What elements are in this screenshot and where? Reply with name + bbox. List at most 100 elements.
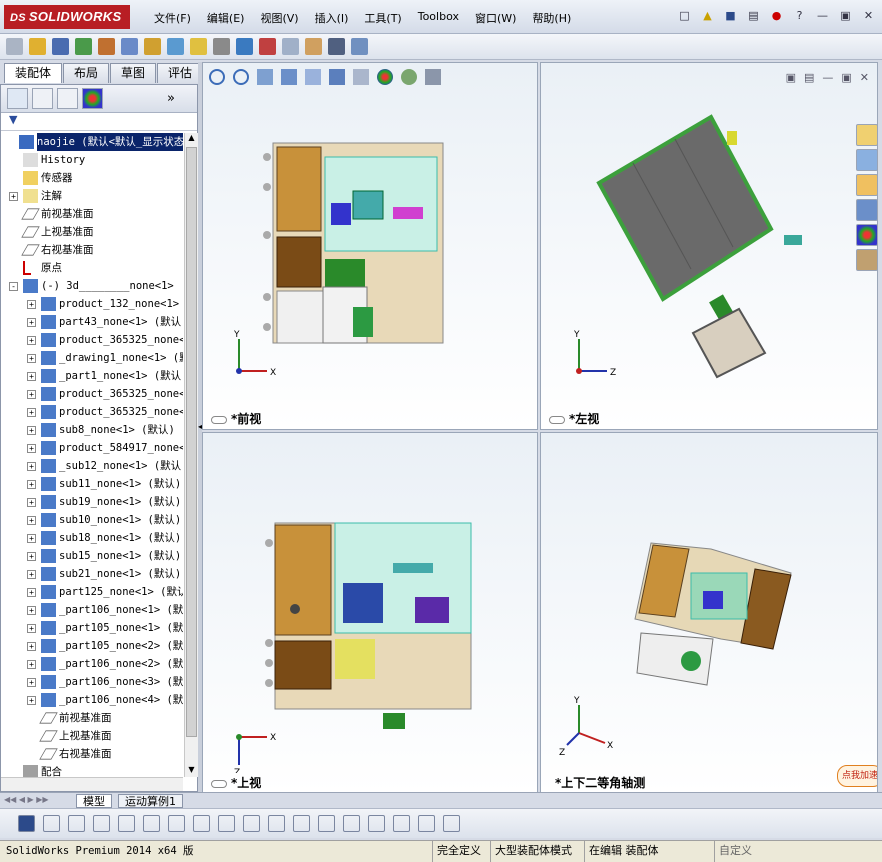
exploded-view-icon[interactable] xyxy=(259,38,276,55)
custom-properties-icon[interactable] xyxy=(856,249,878,271)
tree-vertical-scrollbar[interactable]: ▲ ▼ xyxy=(184,133,198,777)
expand-toggle-icon[interactable]: + xyxy=(27,390,36,399)
tree-item[interactable]: + sub10_none<1> (默认) xyxy=(1,511,183,529)
command-tab-3[interactable]: 评估 xyxy=(157,63,204,83)
cube-icon[interactable] xyxy=(393,815,410,832)
expand-toggle-icon[interactable]: + xyxy=(27,408,36,417)
menu-item-6[interactable]: 窗口(W) xyxy=(467,10,524,26)
menu-item-4[interactable]: 工具(T) xyxy=(356,10,409,26)
angle-icon[interactable] xyxy=(343,815,360,832)
hole-alignment-icon[interactable] xyxy=(351,38,368,55)
expand-toggle-icon[interactable]: + xyxy=(27,498,36,507)
explode-line-sketch-icon[interactable] xyxy=(282,38,299,55)
viewport-top[interactable]: Z X *上视 xyxy=(202,432,538,794)
link-views-icon[interactable] xyxy=(211,779,227,788)
link-views-icon[interactable] xyxy=(211,415,227,424)
menu-item-0[interactable]: 文件(F) xyxy=(146,10,199,26)
tree-item[interactable]: - (-) 3d________none<1> xyxy=(1,277,183,295)
tree-item[interactable]: 前视基准面 xyxy=(1,709,183,727)
expand-toggle-icon[interactable]: + xyxy=(27,606,36,615)
tree-item[interactable]: + sub18_none<1> (默认) xyxy=(1,529,183,547)
view-palette-icon[interactable] xyxy=(856,199,878,221)
tree-item[interactable]: + sub19_none<1> (默认) xyxy=(1,493,183,511)
expand-toggle-icon[interactable]: + xyxy=(27,588,36,597)
display-style-icon[interactable] xyxy=(329,69,345,85)
tree-item[interactable]: 传感器 xyxy=(1,169,183,187)
expand-toggle-icon[interactable]: + xyxy=(27,336,36,345)
tree-item[interactable]: + part125_none<1> (默认 xyxy=(1,583,183,601)
linear-pattern-icon[interactable] xyxy=(75,38,92,55)
design-library-icon[interactable] xyxy=(856,149,878,171)
line-icon[interactable] xyxy=(93,815,110,832)
dimension-icon[interactable] xyxy=(293,815,310,832)
3d-sketch-icon[interactable] xyxy=(368,815,385,832)
tree-item[interactable]: + _part106_none<2> (默 xyxy=(1,655,183,673)
property-manager-tab-icon[interactable] xyxy=(32,88,53,109)
tab-model[interactable]: 模型 xyxy=(76,794,112,808)
tree-item[interactable]: 前视基准面 xyxy=(1,205,183,223)
expand-toggle-icon[interactable]: + xyxy=(27,570,36,579)
restore-view-icon[interactable]: ▣ xyxy=(841,71,851,84)
expand-toggle-icon[interactable]: + xyxy=(27,624,36,633)
new-motion-study-icon[interactable] xyxy=(213,38,230,55)
expand-toggle-icon[interactable]: + xyxy=(27,678,36,687)
reference-geometry-icon[interactable] xyxy=(190,38,207,55)
tree-item[interactable]: 上视基准面 xyxy=(1,223,183,241)
tree-item[interactable]: + _sub12_none<1> (默认 xyxy=(1,457,183,475)
tab-scroll-arrows[interactable]: ◀◀ ◀ ▶ ▶▶ xyxy=(4,795,49,804)
tree-item[interactable]: 右视基准面 xyxy=(1,745,183,763)
trim-icon[interactable] xyxy=(143,815,160,832)
table-icon[interactable] xyxy=(443,815,460,832)
tree-item[interactable]: History xyxy=(1,151,183,169)
view-icon[interactable] xyxy=(418,815,435,832)
tree-item[interactable]: + product_365325_none< xyxy=(1,385,183,403)
command-tab-0[interactable]: 装配体 xyxy=(4,63,63,83)
expand-toggle-icon[interactable]: + xyxy=(27,660,36,669)
save-icon[interactable] xyxy=(18,815,35,832)
print-icon[interactable]: ▤ xyxy=(746,8,761,23)
status-units[interactable]: 自定义 xyxy=(714,841,756,862)
expand-toggle-icon[interactable]: + xyxy=(27,696,36,705)
zoom-to-fit-icon[interactable] xyxy=(209,69,225,85)
view-settings-icon[interactable] xyxy=(425,69,441,85)
menu-item-2[interactable]: 视图(V) xyxy=(252,10,306,26)
minimize-icon[interactable]: — xyxy=(815,8,830,23)
restore-icon[interactable]: ▣ xyxy=(838,8,853,23)
expand-toggle-icon[interactable]: + xyxy=(27,426,36,435)
expand-toggle-icon[interactable]: + xyxy=(27,444,36,453)
menu-item-1[interactable]: 编辑(E) xyxy=(199,10,253,26)
tree-item[interactable]: + product_365325_none< xyxy=(1,331,183,349)
help-icon[interactable]: ? xyxy=(792,8,807,23)
expand-toggle-icon[interactable]: + xyxy=(27,354,36,363)
tree-item[interactable]: + _part106_none<1> (默 xyxy=(1,601,183,619)
minimize-view-icon[interactable]: — xyxy=(822,71,833,84)
tree-item[interactable]: naojie (默认<默认_显示状态-1>) xyxy=(1,133,183,151)
tree-item[interactable]: 上视基准面 xyxy=(1,727,183,745)
edit-component-icon[interactable] xyxy=(6,38,23,55)
filter-field[interactable]: ▼ xyxy=(1,113,197,131)
save-icon[interactable]: ■ xyxy=(723,8,738,23)
assembly-features-icon[interactable] xyxy=(167,38,184,55)
viewport-isometric[interactable]: Y X Z *上下二等角轴测 点我加速 xyxy=(540,432,878,794)
expand-toggle-icon[interactable]: + xyxy=(9,192,18,201)
scrollbar-thumb[interactable] xyxy=(186,147,197,737)
spline-icon[interactable] xyxy=(268,815,285,832)
offset-icon[interactable] xyxy=(218,815,235,832)
link-views-icon[interactable]: ▣ xyxy=(786,71,796,84)
mirror-icon[interactable] xyxy=(168,815,185,832)
polygon-icon[interactable] xyxy=(118,815,135,832)
move-component-icon[interactable] xyxy=(121,38,138,55)
tree-item[interactable]: 原点 xyxy=(1,259,183,277)
rectangle-icon[interactable] xyxy=(243,815,260,832)
tree-item[interactable]: + product_365325_none< xyxy=(1,403,183,421)
appearance-tab-icon[interactable] xyxy=(82,88,103,109)
tree-item[interactable]: + sub8_none<1> (默认) xyxy=(1,421,183,439)
traffic-light-icon[interactable]: ● xyxy=(769,8,784,23)
close-view-icon[interactable]: ✕ xyxy=(860,71,869,84)
tree-item[interactable]: + _drawing1_none<1> (默 xyxy=(1,349,183,367)
view-orientation-icon[interactable] xyxy=(305,69,321,85)
expand-panel-icon[interactable]: » xyxy=(167,91,175,106)
file-explorer-icon[interactable] xyxy=(856,174,878,196)
expand-toggle-icon[interactable]: + xyxy=(27,642,36,651)
grid-icon[interactable] xyxy=(318,815,335,832)
